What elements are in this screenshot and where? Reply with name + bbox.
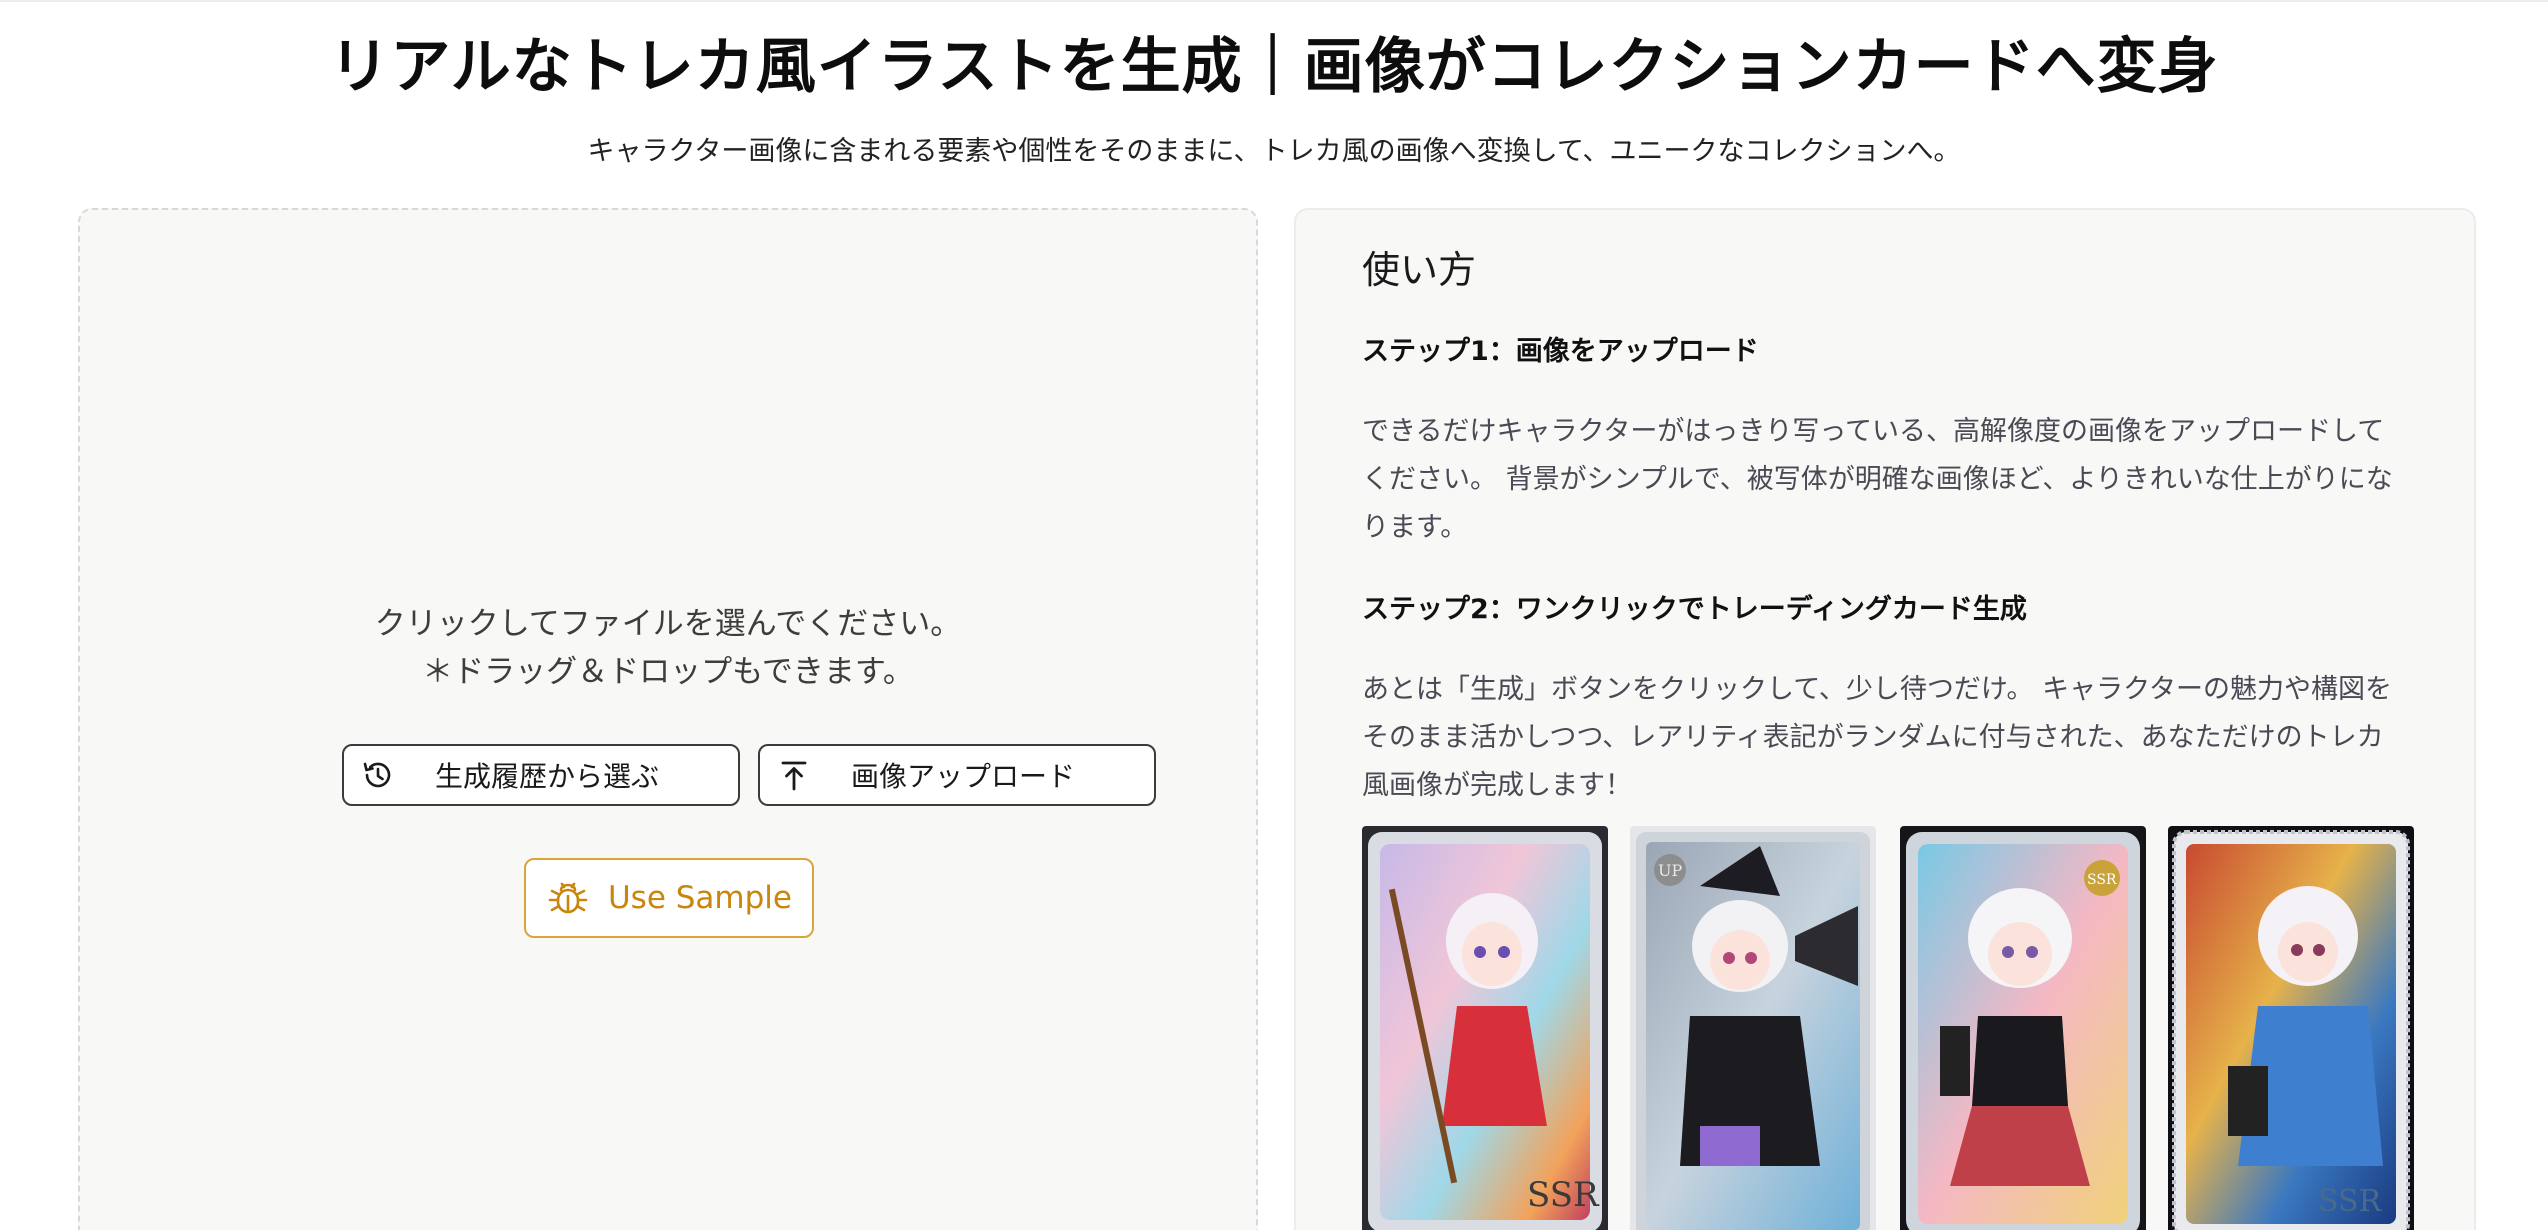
step2-body: あとは「生成」ボタンをクリックして、少し待つだけ。 キャラクターの魅力や構図をそ… [1362,674,2392,801]
upload-hint-line2: ＊ドラッグ＆ドロップもできます。 [422,654,914,690]
bug-icon [546,876,590,920]
upload-image-label: 画像アップロード [850,760,1075,793]
history-icon [360,757,396,793]
svg-text:UP: UP [1658,861,1682,880]
choose-from-history-label: 生成履歴から選ぶ [434,760,659,793]
choose-from-history-button[interactable]: 生成履歴から選ぶ [342,744,740,806]
svg-text:SSR: SSR [2087,872,2117,888]
sample-card-image: SSR [2168,826,2414,1230]
sample-card-image: SSR [1362,826,1608,1230]
use-sample-button[interactable]: Use Sample [524,858,814,938]
use-sample-label: Use Sample [607,880,792,916]
upload-dropzone[interactable]: クリックしてファイルを選んでください。 ＊ドラッグ＆ドロップもできます。 生成履… [78,208,1258,1230]
step1-title: ステップ1：画像をアップロード [1362,336,1759,367]
upload-arrow-icon [776,757,812,793]
svg-text:SSR: SSR [1527,1175,1600,1215]
step1-body: できるだけキャラクターがはっきり写っている、高解像度の画像をアップロードしてくだ… [1362,416,2393,543]
page-title: リアルなトレカ風イラストを生成｜画像がコレクションカードへ変身 [329,32,2219,102]
sample-cards-gallery: SSR UP SSR SSR [1362,826,2414,1230]
page: リアルなトレカ風イラストを生成｜画像がコレクションカードへ変身 キャラクター画像… [0,0,2548,1230]
how-to-heading: 使い方 [1362,248,1477,292]
sample-card-image: SSR [1900,826,2146,1230]
step2-title: ステップ2：ワンクリックでトレーディングカード生成 [1362,594,2027,625]
how-to-panel: 使い方 ステップ1：画像をアップロード できるだけキャラクターがはっきり写ってい… [1294,208,2476,1230]
page-subtitle: キャラクター画像に含まれる要素や個性をそのままに、トレカ風の画像へ変換して、ユニ… [587,136,1961,167]
upload-hint: クリックしてファイルを選んでください。 ＊ドラッグ＆ドロップもできます。 [80,600,1256,696]
upload-image-button[interactable]: 画像アップロード [758,744,1156,806]
sample-card-image: UP [1630,826,1876,1230]
svg-text:SSR: SSR [2318,1184,2383,1219]
upload-hint-line1: クリックしてファイルを選んでください。 [374,606,962,642]
top-divider [0,0,2548,2]
